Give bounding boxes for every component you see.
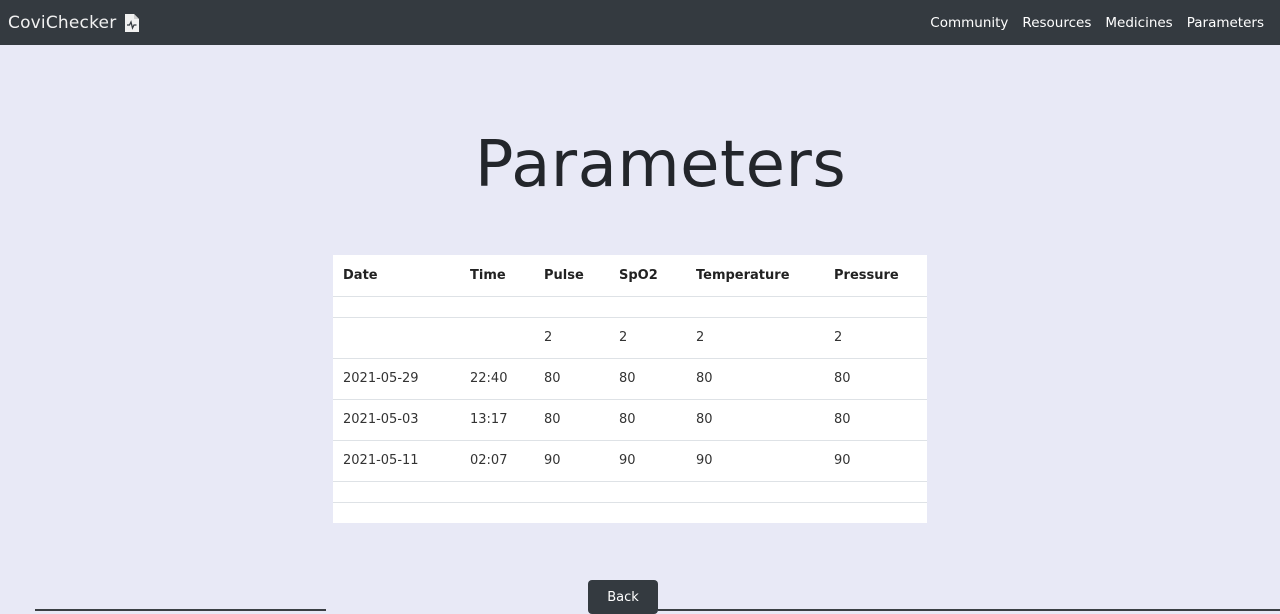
header-date: Date [333, 255, 460, 297]
table-cell [460, 502, 534, 523]
nav-link-parameters[interactable]: Parameters [1187, 15, 1264, 31]
nav-link-medicines[interactable]: Medicines [1105, 15, 1172, 31]
parameters-table: Date Time Pulse SpO2 Temperature Pressur… [333, 255, 927, 523]
table-cell: 80 [686, 399, 824, 441]
table-row: 2021-05-11 02:07 90 90 90 90 [333, 440, 927, 482]
table-cell [686, 481, 824, 503]
table-cell [460, 481, 534, 503]
table-cell: 90 [534, 440, 609, 482]
table-cell [824, 502, 927, 523]
header-pressure: Pressure [824, 255, 927, 297]
table-row [333, 296, 927, 318]
table-cell [686, 296, 824, 318]
table-row [333, 502, 927, 523]
table-cell: 80 [686, 358, 824, 400]
table-cell [333, 481, 460, 503]
table-cell: 80 [609, 399, 686, 441]
parameters-table-container: Date Time Pulse SpO2 Temperature Pressur… [333, 255, 927, 523]
table-cell [609, 296, 686, 318]
top-navbar: CoviChecker Community Resources Medicine… [0, 0, 1280, 45]
nav-links: Community Resources Medicines Parameters [930, 15, 1264, 31]
table-cell: 80 [824, 358, 927, 400]
table-cell: 80 [534, 399, 609, 441]
back-button[interactable]: Back [588, 580, 658, 614]
table-cell: 22:40 [460, 358, 534, 400]
table-cell [534, 296, 609, 318]
table-cell [686, 502, 824, 523]
table-cell [333, 296, 460, 318]
header-time: Time [460, 255, 534, 297]
brand-name: CoviChecker [8, 12, 117, 33]
brand-logo[interactable]: CoviChecker [8, 12, 140, 33]
table-cell [333, 502, 460, 523]
table-cell [460, 317, 534, 359]
table-row: 2021-05-29 22:40 80 80 80 80 [333, 358, 927, 400]
table-cell: 02:07 [460, 440, 534, 482]
table-cell: 13:17 [460, 399, 534, 441]
table-cell: 2021-05-03 [333, 399, 460, 441]
page-title: Parameters [474, 128, 847, 202]
table-cell [824, 481, 927, 503]
header-temperature: Temperature [686, 255, 824, 297]
table-cell [534, 481, 609, 503]
table-row: 2 2 2 2 [333, 317, 927, 359]
table-cell: 2 [824, 317, 927, 359]
table-cell [609, 481, 686, 503]
table-cell [824, 296, 927, 318]
table-cell: 80 [534, 358, 609, 400]
table-cell [534, 502, 609, 523]
table-cell: 90 [686, 440, 824, 482]
table-cell [609, 502, 686, 523]
table-cell: 2 [686, 317, 824, 359]
table-cell: 80 [609, 358, 686, 400]
nav-link-resources[interactable]: Resources [1022, 15, 1091, 31]
table-cell: 90 [824, 440, 927, 482]
table-cell: 2021-05-29 [333, 358, 460, 400]
nav-link-community[interactable]: Community [930, 15, 1008, 31]
table-cell: 2 [609, 317, 686, 359]
table-cell [460, 296, 534, 318]
table-cell: 80 [824, 399, 927, 441]
table-cell: 90 [609, 440, 686, 482]
table-cell: 2 [534, 317, 609, 359]
table-row: 2021-05-03 13:17 80 80 80 80 [333, 399, 927, 441]
table-cell [333, 317, 460, 359]
table-header-row: Date Time Pulse SpO2 Temperature Pressur… [333, 255, 927, 297]
header-pulse: Pulse [534, 255, 609, 297]
header-spo2: SpO2 [609, 255, 686, 297]
medical-document-icon [125, 13, 140, 32]
table-cell: 2021-05-11 [333, 440, 460, 482]
table-row [333, 481, 927, 503]
